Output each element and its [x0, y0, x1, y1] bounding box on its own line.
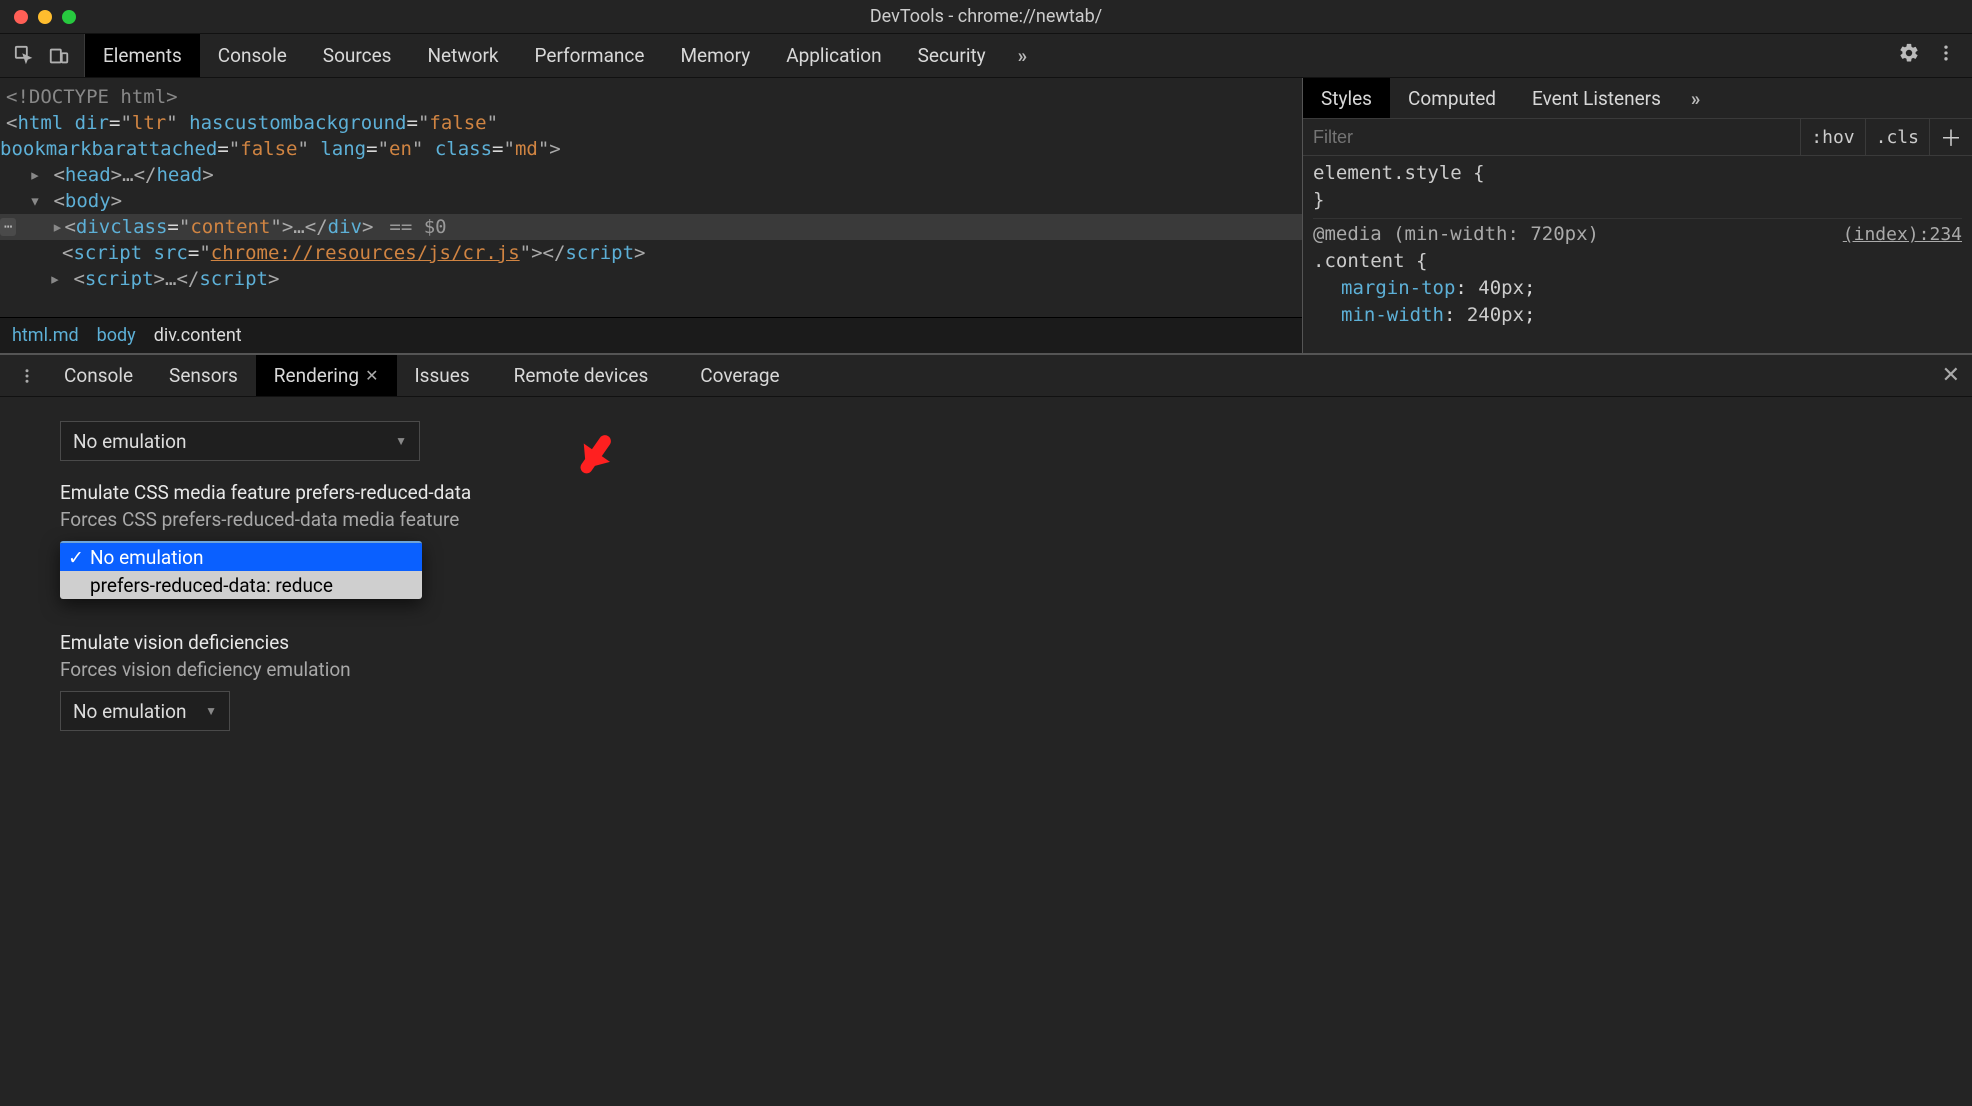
- styles-pane: Styles Computed Event Listeners » :hov .…: [1302, 78, 1972, 353]
- minimize-window-button[interactable]: [38, 10, 52, 24]
- drawer-tab-coverage[interactable]: Coverage: [674, 355, 805, 396]
- chevrons-right-icon: »: [1691, 87, 1697, 110]
- drawer-tab-rendering[interactable]: Rendering ✕: [256, 355, 397, 396]
- collapse-icon[interactable]: ▾: [28, 188, 42, 214]
- window-title: DevTools - chrome://newtab/: [0, 6, 1972, 27]
- drawer-tabs: Console Sensors Rendering ✕ Issues Remot…: [0, 355, 1972, 397]
- dropdown-option-selected[interactable]: ✓ No emulation: [60, 543, 422, 571]
- new-style-rule-button[interactable]: ＋: [1929, 119, 1972, 155]
- breadcrumb-item[interactable]: html.md: [12, 325, 79, 346]
- zoom-window-button[interactable]: [62, 10, 76, 24]
- window-titlebar: DevTools - chrome://newtab/: [0, 0, 1972, 34]
- tab-overflow[interactable]: »: [1004, 34, 1038, 77]
- settings-icon[interactable]: [1892, 36, 1926, 75]
- device-toggle-icon[interactable]: [48, 45, 70, 67]
- source-link[interactable]: (index):234: [1843, 221, 1962, 248]
- hov-toggle[interactable]: :hov: [1800, 119, 1864, 155]
- elements-pane: <!DOCTYPE html> <html dir="ltr" hascusto…: [0, 78, 1302, 353]
- doctype-line: <!DOCTYPE html>: [6, 86, 178, 108]
- tab-performance[interactable]: Performance: [517, 34, 663, 77]
- tab-overflow[interactable]: »: [1679, 78, 1709, 118]
- caret-down-icon: ▼: [395, 434, 407, 448]
- element-style-selector: element.style {: [1313, 162, 1485, 184]
- cls-toggle[interactable]: .cls: [1865, 119, 1929, 155]
- expand-icon[interactable]: ▸: [50, 214, 64, 240]
- close-window-button[interactable]: [14, 10, 28, 24]
- tab-security[interactable]: Security: [900, 34, 1004, 77]
- chevrons-right-icon: »: [1018, 44, 1024, 67]
- check-icon: ✓: [68, 546, 84, 569]
- breadcrumb-item[interactable]: div.content: [154, 325, 242, 346]
- drawer-tab-remote-devices[interactable]: Remote devices: [488, 355, 675, 396]
- rendering-top-select[interactable]: No emulation ▼: [60, 421, 420, 461]
- styles-filter-bar: :hov .cls ＋: [1303, 118, 1972, 156]
- tab-computed[interactable]: Computed: [1390, 78, 1514, 118]
- tab-styles[interactable]: Styles: [1303, 78, 1390, 118]
- main-tabs: Elements Console Sources Network Perform…: [0, 34, 1972, 78]
- styles-filter-input[interactable]: [1303, 119, 1800, 155]
- tab-console[interactable]: Console: [200, 34, 305, 77]
- kebab-menu-icon[interactable]: [1930, 37, 1962, 74]
- dropdown-option[interactable]: prefers-reduced-data: reduce: [60, 571, 422, 599]
- tab-memory[interactable]: Memory: [662, 34, 768, 77]
- drawer-close-icon[interactable]: ✕: [1942, 363, 1960, 388]
- prefers-reduced-data-desc: Forces CSS prefers-reduced-data media fe…: [60, 508, 1912, 531]
- select-value: No emulation: [73, 430, 186, 453]
- annotation-arrow-icon: [568, 421, 628, 481]
- expand-icon[interactable]: ▸: [48, 266, 62, 292]
- breadcrumb: html.md body div.content: [0, 317, 1302, 353]
- selection-dots-icon: ⋯: [0, 218, 16, 236]
- vision-deficiencies-title: Emulate vision deficiencies: [60, 631, 1912, 654]
- tab-application[interactable]: Application: [768, 34, 899, 77]
- prefers-reduced-data-title: Emulate CSS media feature prefers-reduce…: [60, 481, 1912, 504]
- drawer-kebab-icon[interactable]: [8, 355, 46, 396]
- drawer: Console Sensors Rendering ✕ Issues Remot…: [0, 353, 1972, 1106]
- breadcrumb-item[interactable]: body: [97, 325, 136, 346]
- close-tab-icon[interactable]: ✕: [365, 366, 378, 385]
- toolbox-icons: [0, 34, 85, 77]
- drawer-tab-issues[interactable]: Issues: [397, 355, 488, 396]
- select-value: No emulation: [73, 700, 186, 723]
- dollar-zero: == $0: [389, 214, 446, 240]
- caret-down-icon: ▼: [205, 704, 217, 718]
- main-tabs-row: Elements Console Sources Network Perform…: [85, 34, 1892, 77]
- tab-network[interactable]: Network: [409, 34, 516, 77]
- prefers-reduced-data-dropdown[interactable]: ✓ No emulation prefers-reduced-data: red…: [60, 541, 422, 599]
- tab-elements[interactable]: Elements: [85, 34, 200, 77]
- tab-sources[interactable]: Sources: [305, 34, 410, 77]
- tab-event-listeners[interactable]: Event Listeners: [1514, 78, 1679, 118]
- drawer-tab-sensors[interactable]: Sensors: [151, 355, 256, 396]
- inspect-element-icon[interactable]: [14, 45, 36, 67]
- styles-body[interactable]: element.style { } @media (min-width: 720…: [1303, 156, 1972, 353]
- drawer-tab-console[interactable]: Console: [46, 355, 151, 396]
- expand-icon[interactable]: ▸: [28, 162, 42, 188]
- window-controls: [0, 10, 76, 24]
- vision-deficiencies-desc: Forces vision deficiency emulation: [60, 658, 1912, 681]
- rendering-panel: No emulation ▼ Emulate CSS media feature…: [0, 397, 1972, 1106]
- vision-deficiencies-select[interactable]: No emulation ▼: [60, 691, 230, 731]
- css-selector: .content {: [1313, 250, 1427, 272]
- styles-tabs: Styles Computed Event Listeners »: [1303, 78, 1972, 118]
- media-query: @media (min-width: 720px): [1313, 223, 1599, 245]
- dom-tree[interactable]: <!DOCTYPE html> <html dir="ltr" hascusto…: [0, 78, 1302, 317]
